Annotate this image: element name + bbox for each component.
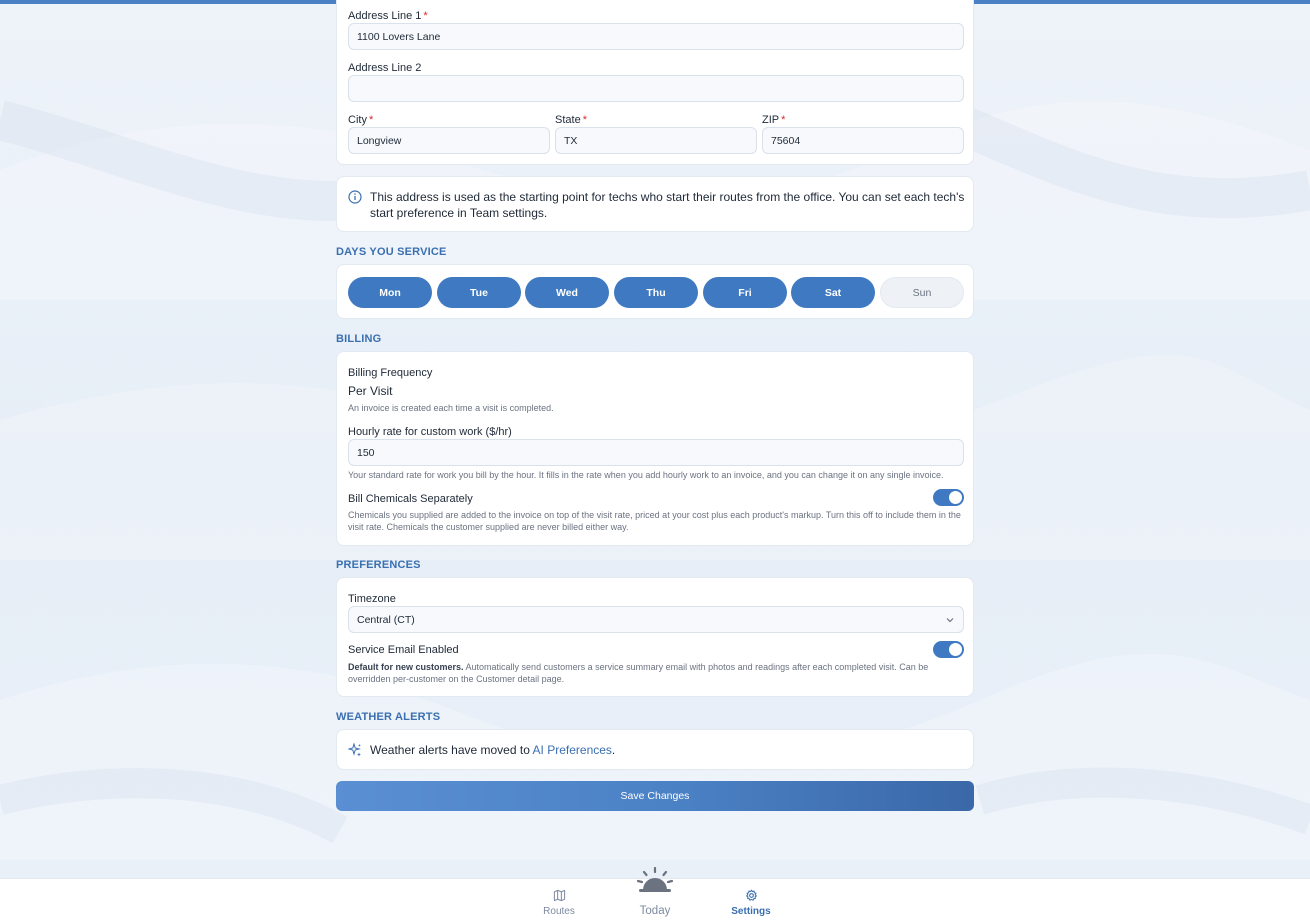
billing-card: Billing Frequency Per Visit An invoice i… [336, 351, 974, 546]
toggle-knob [949, 491, 962, 504]
gear-icon [745, 889, 757, 901]
service-email-help: Default for new customers. Automatically… [348, 661, 938, 685]
sun-horizon-icon[interactable] [634, 866, 676, 902]
address-line1-value: 1100 Lovers Lane [357, 30, 441, 43]
info-text: This address is used as the starting poi… [370, 190, 965, 220]
day-tue-button[interactable]: Tue [437, 277, 521, 308]
required-mark: * [582, 114, 587, 126]
service-email-label: Service Email Enabled [348, 644, 459, 656]
weather-text-before: Weather alerts have moved to [370, 743, 533, 757]
timezone-select[interactable]: Central (CT) [348, 606, 964, 633]
address-line2-label-text: Address Line 2 [348, 62, 422, 74]
city-label-text: City [348, 114, 367, 126]
billing-section-title: BILLING [336, 333, 382, 345]
weather-card: Weather alerts have moved to AI Preferen… [336, 729, 974, 770]
days-card: Mon Tue Wed Thu Fri Sat Sun [336, 264, 974, 319]
service-email-help-strong: Default for new customers. [348, 662, 464, 672]
nav-settings-label: Settings [731, 906, 771, 917]
state-label: State * [555, 114, 587, 126]
nav-routes[interactable]: Routes [533, 879, 585, 924]
address-line1-input[interactable]: 1100 Lovers Lane [348, 23, 964, 50]
zip-label: ZIP * [762, 114, 785, 126]
weather-text: Weather alerts have moved to AI Preferen… [370, 743, 615, 757]
billing-frequency-label: Billing Frequency [348, 367, 433, 379]
required-mark: * [368, 114, 374, 126]
preferences-section-title: PREFERENCES [336, 559, 421, 571]
nav-today-label: Today [639, 905, 671, 917]
hourly-rate-label: Hourly rate for custom work ($/hr) [348, 426, 512, 438]
bill-chemicals-label: Bill Chemicals Separately [348, 493, 473, 505]
day-sun-button[interactable]: Sun [880, 277, 964, 308]
preferences-card: Timezone Central (CT) Service Email Enab… [336, 577, 974, 697]
timezone-value: Central (CT) [357, 613, 415, 626]
bill-chemicals-toggle[interactable] [933, 489, 964, 506]
address-card: Address Line 1 * 1100 Lovers Lane Address… [336, 0, 974, 165]
state-label-text: State [555, 114, 581, 126]
nav-settings[interactable]: Settings [725, 879, 777, 924]
office-address-info: This address is used as the starting poi… [336, 176, 974, 232]
service-email-toggle[interactable] [933, 641, 964, 658]
days-section-title: DAYS YOU SERVICE [336, 246, 447, 258]
toggle-knob [949, 643, 962, 656]
city-value: Longview [357, 134, 402, 147]
ai-preferences-link[interactable]: AI Preferences [533, 743, 612, 757]
day-fri-button[interactable]: Fri [703, 277, 787, 308]
chevron-down-icon [946, 617, 954, 622]
zip-input[interactable]: 75604 [762, 127, 964, 154]
info-icon [348, 190, 362, 204]
required-mark: * [781, 114, 786, 126]
hourly-rate-input[interactable]: 150 [348, 439, 964, 466]
billing-frequency-value: Per Visit [348, 384, 393, 398]
city-label: City * [348, 114, 373, 126]
bill-chemicals-help: Chemicals you supplied are added to the … [348, 510, 961, 532]
address-line2-input[interactable] [348, 75, 964, 102]
day-thu-button[interactable]: Thu [614, 277, 698, 308]
city-input[interactable]: Longview [348, 127, 550, 154]
sparkles-icon [348, 743, 361, 757]
address-line1-label: Address Line 1 * [348, 10, 428, 22]
zip-value: 75604 [771, 134, 801, 147]
day-sat-button[interactable]: Sat [791, 277, 875, 308]
save-changes-button[interactable]: Save Changes [336, 781, 974, 811]
billing-frequency-help: An invoice is created each time a visit … [348, 403, 554, 413]
zip-label-text: ZIP [762, 114, 780, 126]
day-mon-button[interactable]: Mon [348, 277, 432, 308]
state-value: TX [564, 134, 578, 147]
address-line1-label-text: Address Line 1 [348, 10, 422, 22]
timezone-label: Timezone [348, 593, 396, 605]
weather-text-after: . [611, 743, 616, 757]
hourly-rate-value: 150 [357, 446, 375, 459]
day-wed-button[interactable]: Wed [525, 277, 609, 308]
weather-section-title: WEATHER ALERTS [336, 711, 441, 723]
nav-routes-label: Routes [543, 906, 575, 917]
address-line2-label: Address Line 2 [348, 62, 421, 74]
required-mark: * [423, 10, 428, 22]
hourly-rate-help: Your standard rate for work you bill by … [348, 470, 944, 480]
map-icon [553, 889, 565, 902]
state-input[interactable]: TX [555, 127, 757, 154]
